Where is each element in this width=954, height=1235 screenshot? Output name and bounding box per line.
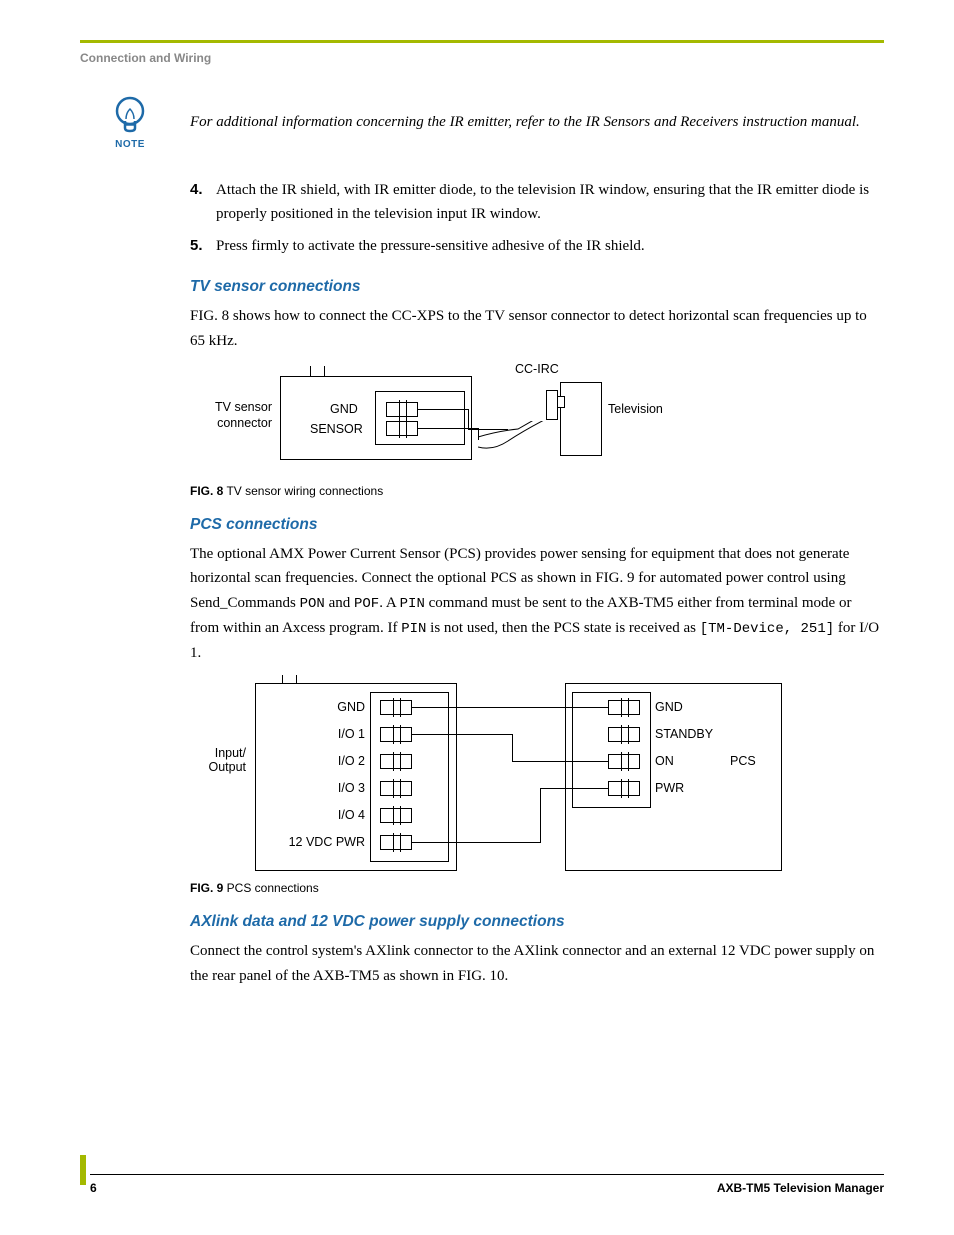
- fig8-television: Television: [608, 402, 663, 416]
- fig8-sensor: SENSOR: [310, 422, 363, 436]
- fig9-l-gnd: GND: [307, 700, 365, 714]
- fig9-r-on: ON: [655, 754, 674, 768]
- para-pcs: The optional AMX Power Current Sensor (P…: [190, 542, 884, 666]
- step-text: Press firmly to activate the pressure-se…: [216, 234, 645, 258]
- fig8-ccirc: CC-IRC: [515, 362, 559, 376]
- fig9-r-gnd: GND: [655, 700, 683, 714]
- fig8-caption: FIG. 8 TV sensor wiring connections: [190, 484, 884, 498]
- fig9-r-pwr: PWR: [655, 781, 684, 795]
- heading-axlink: AXlink data and 12 VDC power supply conn…: [190, 913, 884, 931]
- fig9-l-io1: I/O 1: [307, 727, 365, 741]
- fig8-tvsensor2: connector: [172, 416, 272, 430]
- fig9-l-io2: I/O 2: [307, 754, 365, 768]
- step-text: Attach the IR shield, with IR emitter di…: [216, 178, 884, 226]
- fig8-tvsensor1: TV sensor: [172, 400, 272, 414]
- lightbulb-icon: [100, 95, 160, 137]
- fig9-pcs: PCS: [730, 754, 756, 768]
- fig9-input-output: Input/ Output: [198, 746, 246, 774]
- fig8-gnd: GND: [330, 402, 358, 416]
- heading-pcs: PCS connections: [190, 516, 884, 534]
- step-num: 5.: [190, 234, 216, 258]
- step-num: 4.: [190, 178, 216, 226]
- fig9-l-io4: I/O 4: [307, 808, 365, 822]
- fig9-l-io3: I/O 3: [307, 781, 365, 795]
- page-number: 6: [90, 1181, 97, 1195]
- step-5: 5. Press firmly to activate the pressure…: [190, 234, 884, 258]
- fig9-r-standby: STANDBY: [655, 727, 713, 741]
- para-axlink: Connect the control system's AXlink conn…: [190, 939, 884, 989]
- note-label: NOTE: [100, 139, 160, 150]
- figure-9: GND I/O 1 I/O 2 I/O 3 I/O 4 12 VDC PWR I…: [190, 678, 884, 873]
- heading-tv-sensor: TV sensor connections: [190, 278, 884, 296]
- note-text: For additional information concerning th…: [190, 112, 860, 133]
- doc-title: AXB-TM5 Television Manager: [717, 1181, 884, 1195]
- note-block: NOTE For additional information concerni…: [190, 95, 884, 150]
- figure-8: TV sensor connector GND SENSOR CC-IRC Te…: [190, 366, 884, 476]
- step-4: 4. Attach the IR shield, with IR emitter…: [190, 178, 884, 226]
- para-tv-sensor: FIG. 8 shows how to connect the CC-XPS t…: [190, 304, 884, 354]
- fig9-l-12vdc: 12 VDC PWR: [270, 835, 365, 849]
- footer-accent-bar: [80, 1155, 86, 1185]
- header-section: Connection and Wiring: [80, 51, 884, 65]
- fig9-caption: FIG. 9 PCS connections: [190, 881, 884, 895]
- steps-list: 4. Attach the IR shield, with IR emitter…: [190, 178, 884, 258]
